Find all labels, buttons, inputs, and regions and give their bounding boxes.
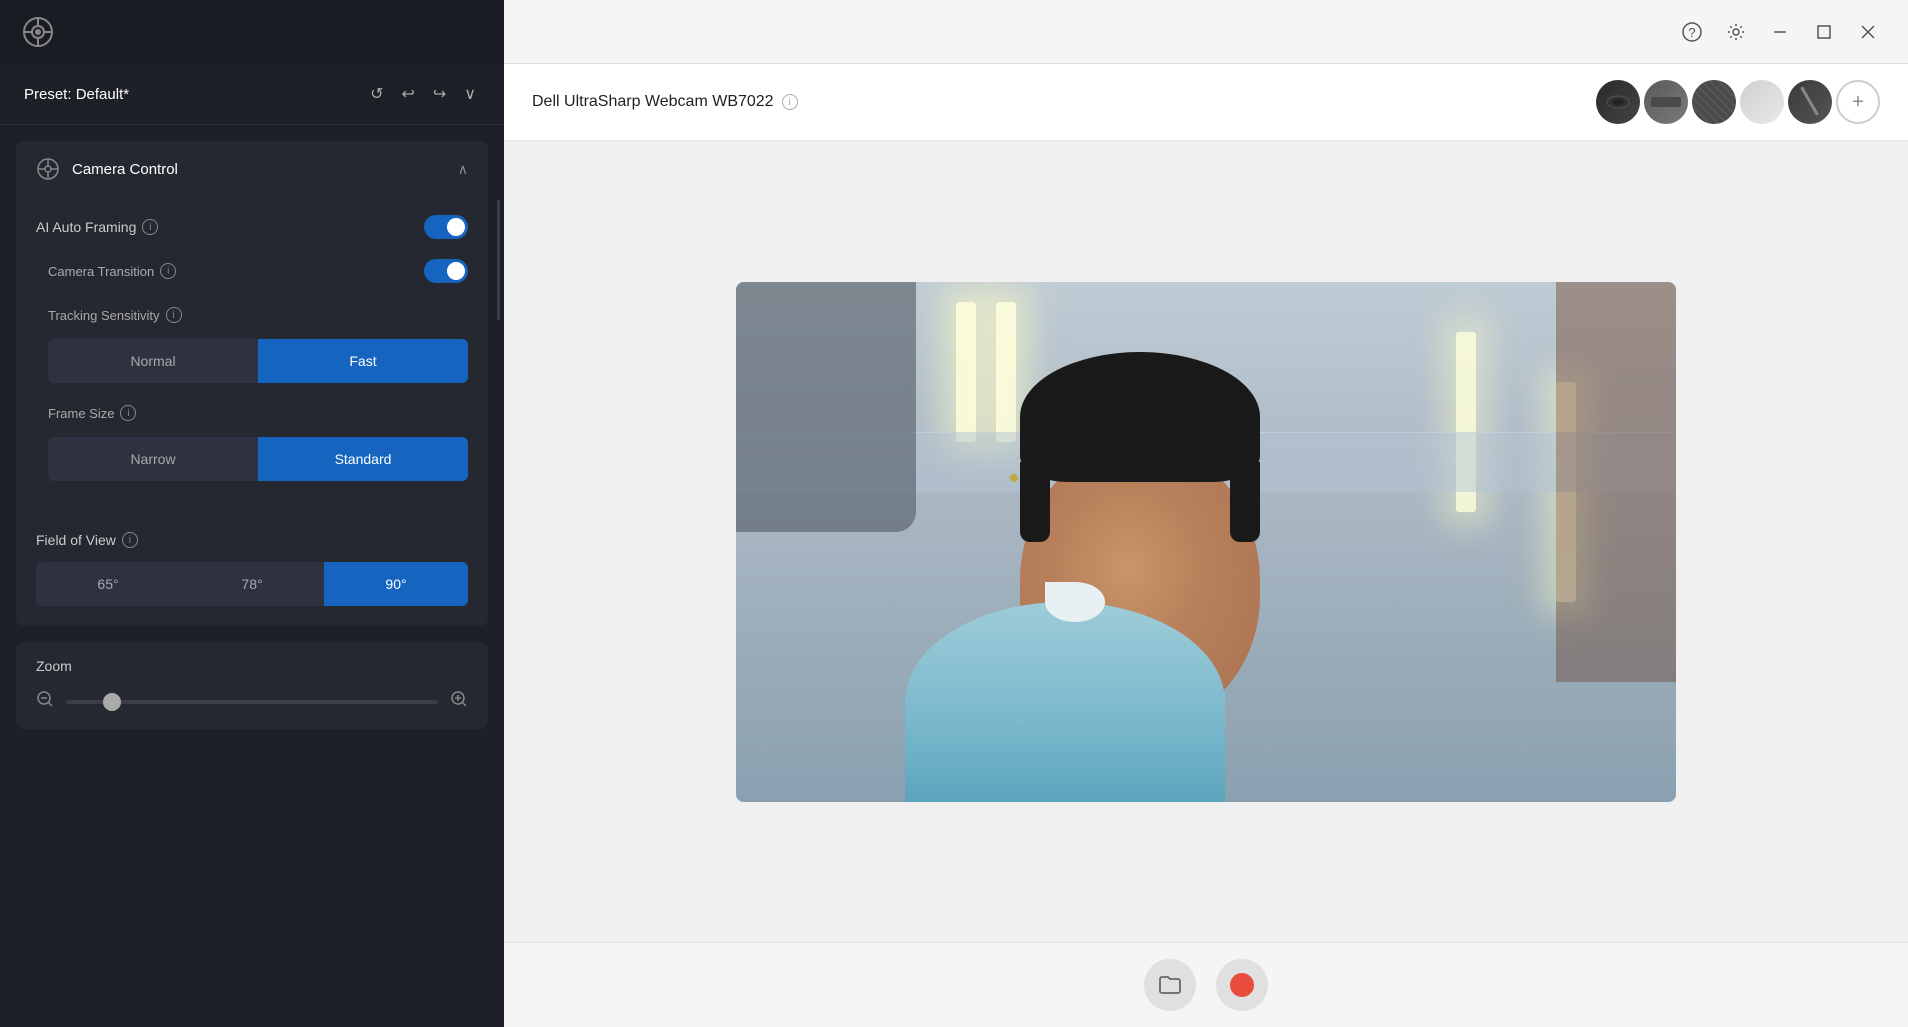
folder-button[interactable] — [1144, 959, 1196, 1011]
record-button[interactable] — [1216, 959, 1268, 1011]
camera-preset-2-button[interactable] — [1644, 80, 1688, 124]
fov-info-icon[interactable]: i — [122, 532, 138, 548]
zoom-out-icon[interactable] — [36, 690, 54, 713]
main-area: ? — [504, 0, 1908, 1027]
video-area — [504, 141, 1908, 942]
minimize-button[interactable] — [1760, 12, 1800, 52]
window-controls: ? — [1672, 12, 1888, 52]
zoom-title: Zoom — [36, 658, 468, 674]
ai-auto-framing-label: AI Auto Framing i — [36, 219, 424, 235]
zoom-in-icon[interactable] — [450, 690, 468, 713]
fov-label-row: Field of View i — [36, 532, 468, 548]
fov-78-button[interactable]: 78° — [180, 562, 324, 606]
tracking-sensitivity-section: Tracking Sensitivity i Normal Fast — [48, 301, 468, 383]
camera-control-chevron: ∧ — [458, 161, 468, 178]
frame-size-group: Narrow Standard — [48, 437, 468, 481]
help-button[interactable]: ? — [1672, 12, 1712, 52]
bottom-controls — [504, 942, 1908, 1027]
frame-size-label: Frame Size i — [48, 399, 468, 427]
preset-undo-button[interactable]: ↩ — [397, 80, 418, 108]
fov-label: Field of View — [36, 532, 116, 548]
tracking-sensitivity-fast-button[interactable]: Fast — [258, 339, 468, 383]
top-bar: ? — [504, 0, 1908, 64]
app-icon-bar — [0, 0, 504, 64]
frame-size-section: Frame Size i Narrow Standard — [48, 399, 468, 481]
tracking-sensitivity-info-icon[interactable]: i — [166, 307, 182, 323]
preset-actions: ↺ ↩ ↪ ∨ — [366, 80, 480, 108]
tracking-sensitivity-group: Normal Fast — [48, 339, 468, 383]
svg-text:?: ? — [1688, 25, 1695, 40]
camera-control-header[interactable]: Camera Control ∧ — [16, 141, 488, 197]
zoom-thumb[interactable] — [103, 693, 121, 711]
camera-info-icon[interactable]: i — [782, 94, 798, 110]
close-button[interactable] — [1848, 12, 1888, 52]
webcam-preview — [736, 282, 1676, 802]
camera-name: Dell UltraSharp Webcam WB7022 i — [532, 93, 798, 111]
camera-transition-section: Camera Transition i Tracking Sensitivity… — [36, 249, 468, 481]
camera-control-body: AI Auto Framing i Camera Transition i — [16, 197, 488, 511]
frame-size-narrow-button[interactable]: Narrow — [48, 437, 258, 481]
preset-redo-button[interactable]: ↪ — [429, 80, 450, 108]
sidebar: Preset: Default* ↺ ↩ ↪ ∨ — [0, 0, 504, 1027]
camera-transition-row: Camera Transition i — [48, 249, 468, 293]
ai-auto-framing-toggle[interactable] — [424, 215, 468, 239]
tracking-sensitivity-normal-button[interactable]: Normal — [48, 339, 258, 383]
record-dot — [1230, 973, 1254, 997]
ai-auto-framing-info-icon[interactable]: i — [142, 219, 158, 235]
camera-transition-label: Camera Transition i — [48, 263, 424, 279]
camera-preset-4-button[interactable] — [1740, 80, 1784, 124]
sidebar-content: Camera Control ∧ AI Auto Framing i C — [0, 125, 504, 1027]
field-of-view-section: Field of View i 65° 78° 90° — [16, 520, 488, 626]
camera-preset-5-button[interactable] — [1788, 80, 1832, 124]
preset-bar: Preset: Default* ↺ ↩ ↪ ∨ — [0, 64, 504, 125]
camera-control-title: Camera Control — [72, 161, 446, 178]
preset-label: Preset: Default* — [24, 86, 354, 103]
preset-reset-button[interactable]: ↺ — [366, 80, 387, 108]
preset-name: Default* — [76, 86, 129, 103]
app-icon[interactable] — [20, 14, 56, 50]
fov-90-button[interactable]: 90° — [324, 562, 468, 606]
camera-presets: + — [1596, 80, 1880, 124]
preset-prefix: Preset: — [24, 86, 72, 103]
video-container — [736, 282, 1676, 802]
ai-auto-framing-row: AI Auto Framing i — [36, 205, 468, 249]
scroll-indicator — [497, 200, 500, 320]
camera-preset-add-button[interactable]: + — [1836, 80, 1880, 124]
camera-control-section: Camera Control ∧ AI Auto Framing i C — [16, 141, 488, 626]
camera-preset-1-button[interactable] — [1596, 80, 1640, 124]
preset-dropdown-button[interactable]: ∨ — [460, 80, 480, 108]
camera-info-row: Dell UltraSharp Webcam WB7022 i + — [504, 64, 1908, 141]
maximize-button[interactable] — [1804, 12, 1844, 52]
fov-options-group: 65° 78° 90° — [36, 562, 468, 606]
zoom-track[interactable] — [66, 700, 438, 704]
settings-button[interactable] — [1716, 12, 1756, 52]
camera-transition-info-icon[interactable]: i — [160, 263, 176, 279]
camera-transition-toggle[interactable] — [424, 259, 468, 283]
frame-size-info-icon[interactable]: i — [120, 405, 136, 421]
fov-divider — [16, 515, 488, 516]
zoom-section: Zoom — [16, 642, 488, 729]
camera-control-icon — [36, 157, 60, 181]
fov-65-button[interactable]: 65° — [36, 562, 180, 606]
zoom-row — [36, 690, 468, 713]
tracking-sensitivity-label: Tracking Sensitivity i — [48, 301, 468, 329]
camera-preset-3-button[interactable] — [1692, 80, 1736, 124]
frame-size-standard-button[interactable]: Standard — [258, 437, 468, 481]
